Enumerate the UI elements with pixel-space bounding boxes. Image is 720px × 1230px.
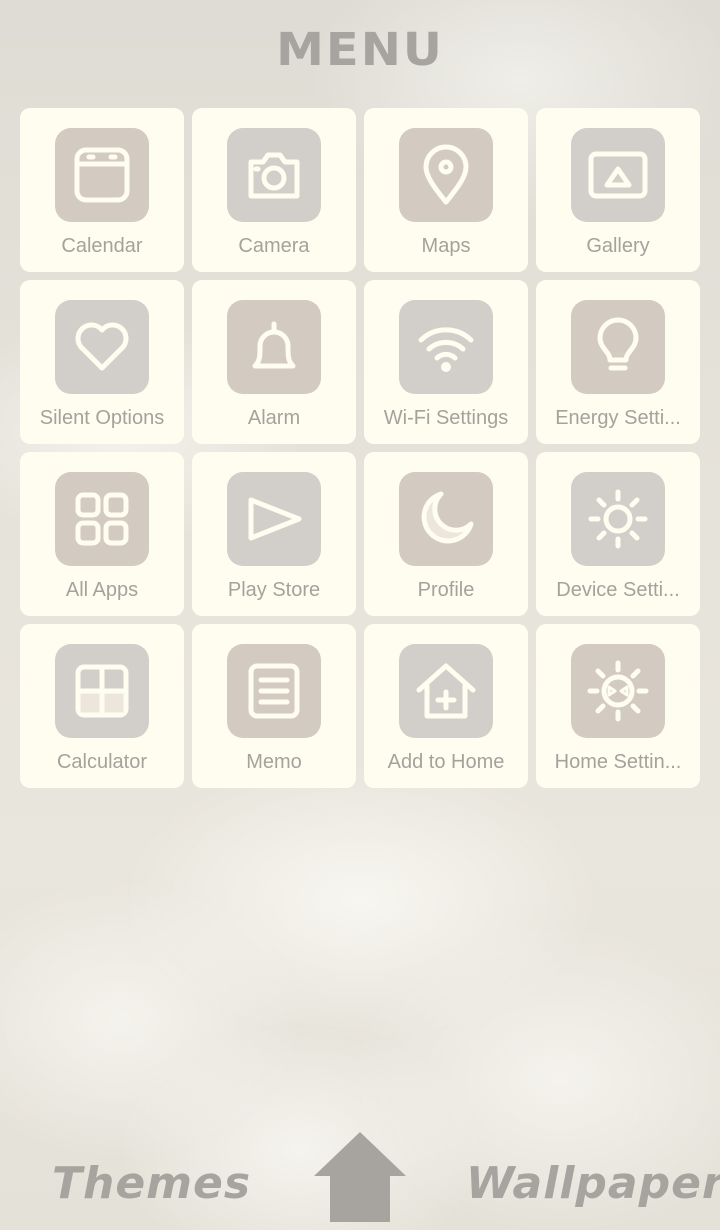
app-label: Profile: [417, 579, 475, 601]
lightbulb-icon: [571, 300, 665, 394]
app-label: Calendar: [61, 235, 143, 257]
app-label: Maps: [421, 235, 471, 257]
moon-icon: [399, 472, 493, 566]
app-tile-all-apps[interactable]: All Apps: [20, 452, 184, 616]
app-label: Wi-Fi Settings: [383, 407, 509, 429]
app-label: Add to Home: [387, 751, 505, 773]
memo-icon: [227, 644, 321, 738]
app-tile-profile[interactable]: Profile: [364, 452, 528, 616]
wallpapers-button[interactable]: Wallpapers: [466, 1158, 720, 1209]
calendar-icon: [55, 128, 149, 222]
app-label: Alarm: [247, 407, 301, 429]
home-settings-icon: [571, 644, 665, 738]
app-label: Camera: [238, 235, 310, 257]
heart-icon: [55, 300, 149, 394]
app-label: Gallery: [586, 235, 650, 257]
map-pin-icon: [399, 128, 493, 222]
sun-gear-icon: [571, 472, 665, 566]
app-label: Device Setti...: [556, 579, 680, 601]
app-tile-silent-options[interactable]: Silent Options: [20, 280, 184, 444]
app-label: Home Settin...: [554, 751, 682, 773]
app-label: Silent Options: [39, 407, 165, 429]
app-tile-wifi-settings[interactable]: Wi-Fi Settings: [364, 280, 528, 444]
bell-icon: [227, 300, 321, 394]
app-tile-maps[interactable]: Maps: [364, 108, 528, 272]
gallery-icon: [571, 128, 665, 222]
app-label: Memo: [246, 751, 302, 773]
app-tile-alarm[interactable]: Alarm: [192, 280, 356, 444]
app-label: Energy Setti...: [555, 407, 681, 429]
app-tile-device-settings[interactable]: Device Setti...: [536, 452, 700, 616]
calculator-icon: [55, 644, 149, 738]
add-home-icon: [399, 644, 493, 738]
app-tile-energy-settings[interactable]: Energy Setti...: [536, 280, 700, 444]
play-icon: [227, 472, 321, 566]
home-icon: [314, 1132, 406, 1222]
app-tile-gallery[interactable]: Gallery: [536, 108, 700, 272]
app-tile-calculator[interactable]: Calculator: [20, 624, 184, 788]
app-tile-memo[interactable]: Memo: [192, 624, 356, 788]
app-tile-camera[interactable]: Camera: [192, 108, 356, 272]
app-tile-calendar[interactable]: Calendar: [20, 108, 184, 272]
app-tile-add-to-home[interactable]: Add to Home: [364, 624, 528, 788]
app-grid: Calendar Camera Maps Gallery Silent Opti…: [20, 108, 700, 788]
wifi-icon: [399, 300, 493, 394]
camera-icon: [227, 128, 321, 222]
grid-icon: [55, 472, 149, 566]
app-label: All Apps: [65, 579, 139, 601]
app-label: Play Store: [227, 579, 321, 601]
home-button[interactable]: [314, 1132, 406, 1222]
app-tile-home-settings[interactable]: Home Settin...: [536, 624, 700, 788]
app-label: Calculator: [56, 751, 148, 773]
app-tile-play-store[interactable]: Play Store: [192, 452, 356, 616]
page-title: MENU: [276, 23, 444, 77]
themes-button[interactable]: Themes: [52, 1158, 251, 1209]
